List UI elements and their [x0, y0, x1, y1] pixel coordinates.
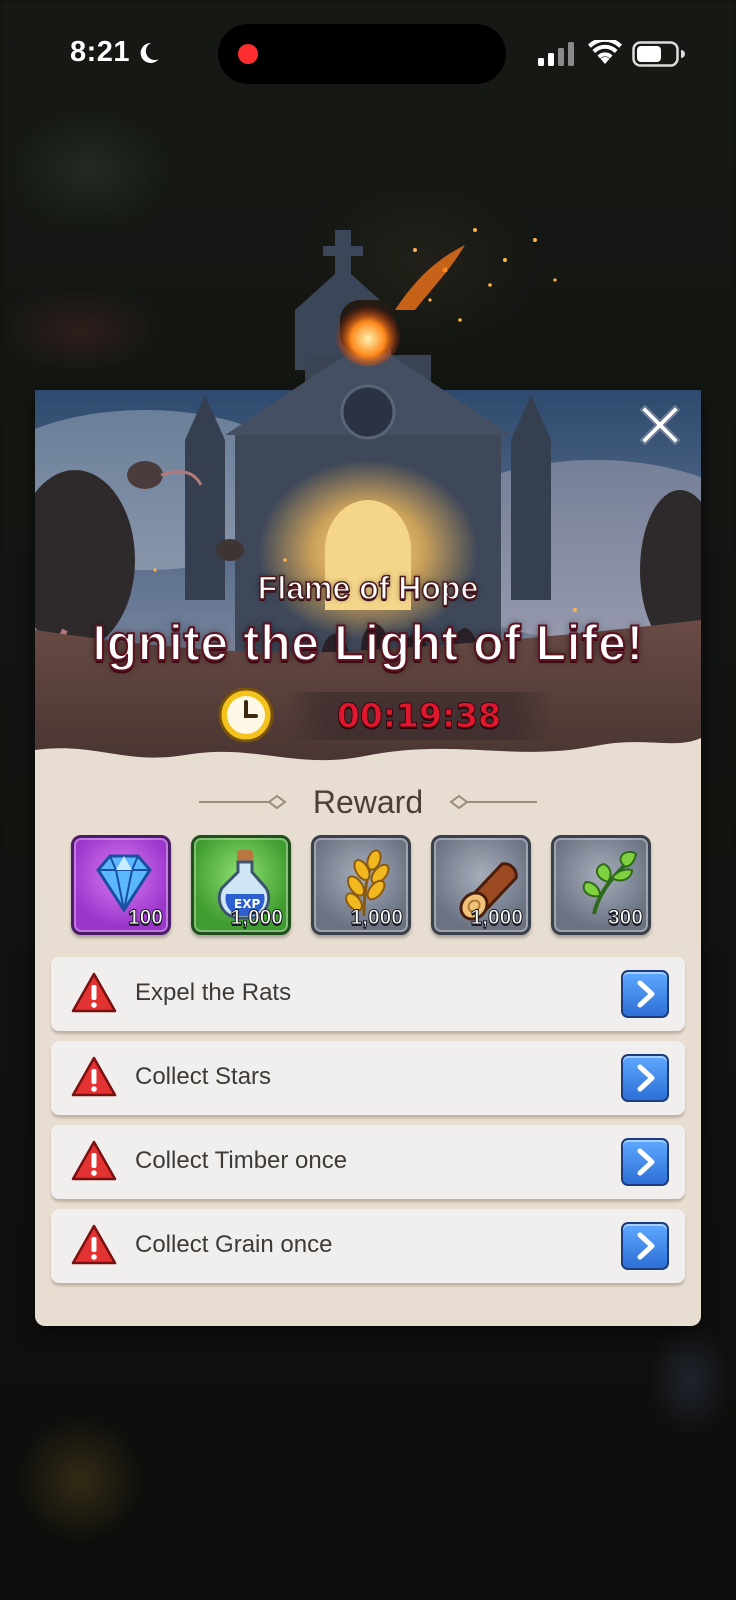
countdown-timer: 00:19:38: [336, 696, 502, 736]
reward-list: 100 EXP 1,000 1,000 1,000 300: [71, 835, 671, 937]
reward-herb[interactable]: 300: [551, 835, 651, 935]
dynamic-island: [218, 24, 506, 84]
task-row-expel-rats[interactable]: Expel the Rats: [51, 957, 685, 1031]
reward-header: Reward: [35, 782, 701, 822]
reward-amount: 300: [607, 906, 643, 930]
recording-dot: [238, 44, 258, 64]
clock-icon: [218, 687, 274, 743]
ornament-left-icon: [198, 795, 287, 809]
go-arrow-icon: [637, 1148, 655, 1176]
warning-icon: [71, 1140, 117, 1181]
reward-diamond[interactable]: 100: [71, 835, 171, 935]
task-row-collect-timber[interactable]: Collect Timber once: [51, 1125, 685, 1199]
task-list: Expel the Rats Collect Stars Collect Tim…: [51, 957, 685, 1293]
task-label: Collect Grain once: [135, 1231, 333, 1258]
warning-icon: [71, 1224, 117, 1265]
go-arrow-icon: [637, 980, 655, 1008]
go-button[interactable]: [621, 1054, 669, 1102]
go-button[interactable]: [621, 970, 669, 1018]
battery-icon: [632, 41, 685, 67]
status-bar: 8:21: [0, 0, 736, 110]
reward-timber[interactable]: 1,000: [431, 835, 531, 935]
task-label: Collect Timber once: [135, 1147, 348, 1174]
task-row-collect-stars[interactable]: Collect Stars: [51, 1041, 685, 1115]
task-label: Collect Stars: [135, 1063, 272, 1090]
task-row-collect-grain[interactable]: Collect Grain once: [51, 1209, 685, 1283]
moon-icon: [140, 42, 159, 63]
reward-amount: 100: [127, 906, 163, 930]
go-button[interactable]: [621, 1138, 669, 1186]
warning-icon: [71, 1056, 117, 1097]
reward-amount: 1,000: [470, 906, 524, 930]
signal-icon: [538, 42, 574, 66]
reward-amount: 1,000: [230, 906, 284, 930]
ornament-right-icon: [449, 795, 538, 809]
go-arrow-icon: [637, 1232, 655, 1260]
close-icon[interactable]: [637, 402, 683, 448]
status-time: 8:21: [70, 36, 160, 69]
event-dialog: Flame of Hope Ignite the Light of Life! …: [35, 228, 701, 1330]
reward-amount: 1,000: [350, 906, 404, 930]
reward-exp-potion[interactable]: EXP 1,000: [191, 835, 291, 935]
reward-title: Reward: [312, 783, 424, 820]
clock-time: 8:21: [70, 36, 131, 68]
go-button[interactable]: [621, 1222, 669, 1270]
reward-grain[interactable]: 1,000: [311, 835, 411, 935]
go-arrow-icon: [637, 1064, 655, 1092]
task-label: Expel the Rats: [135, 979, 292, 1006]
wifi-icon: [588, 40, 622, 64]
event-subtitle: Flame of Hope: [257, 569, 479, 607]
warning-icon: [71, 972, 117, 1013]
event-headline: Ignite the Light of Life!: [91, 614, 644, 672]
